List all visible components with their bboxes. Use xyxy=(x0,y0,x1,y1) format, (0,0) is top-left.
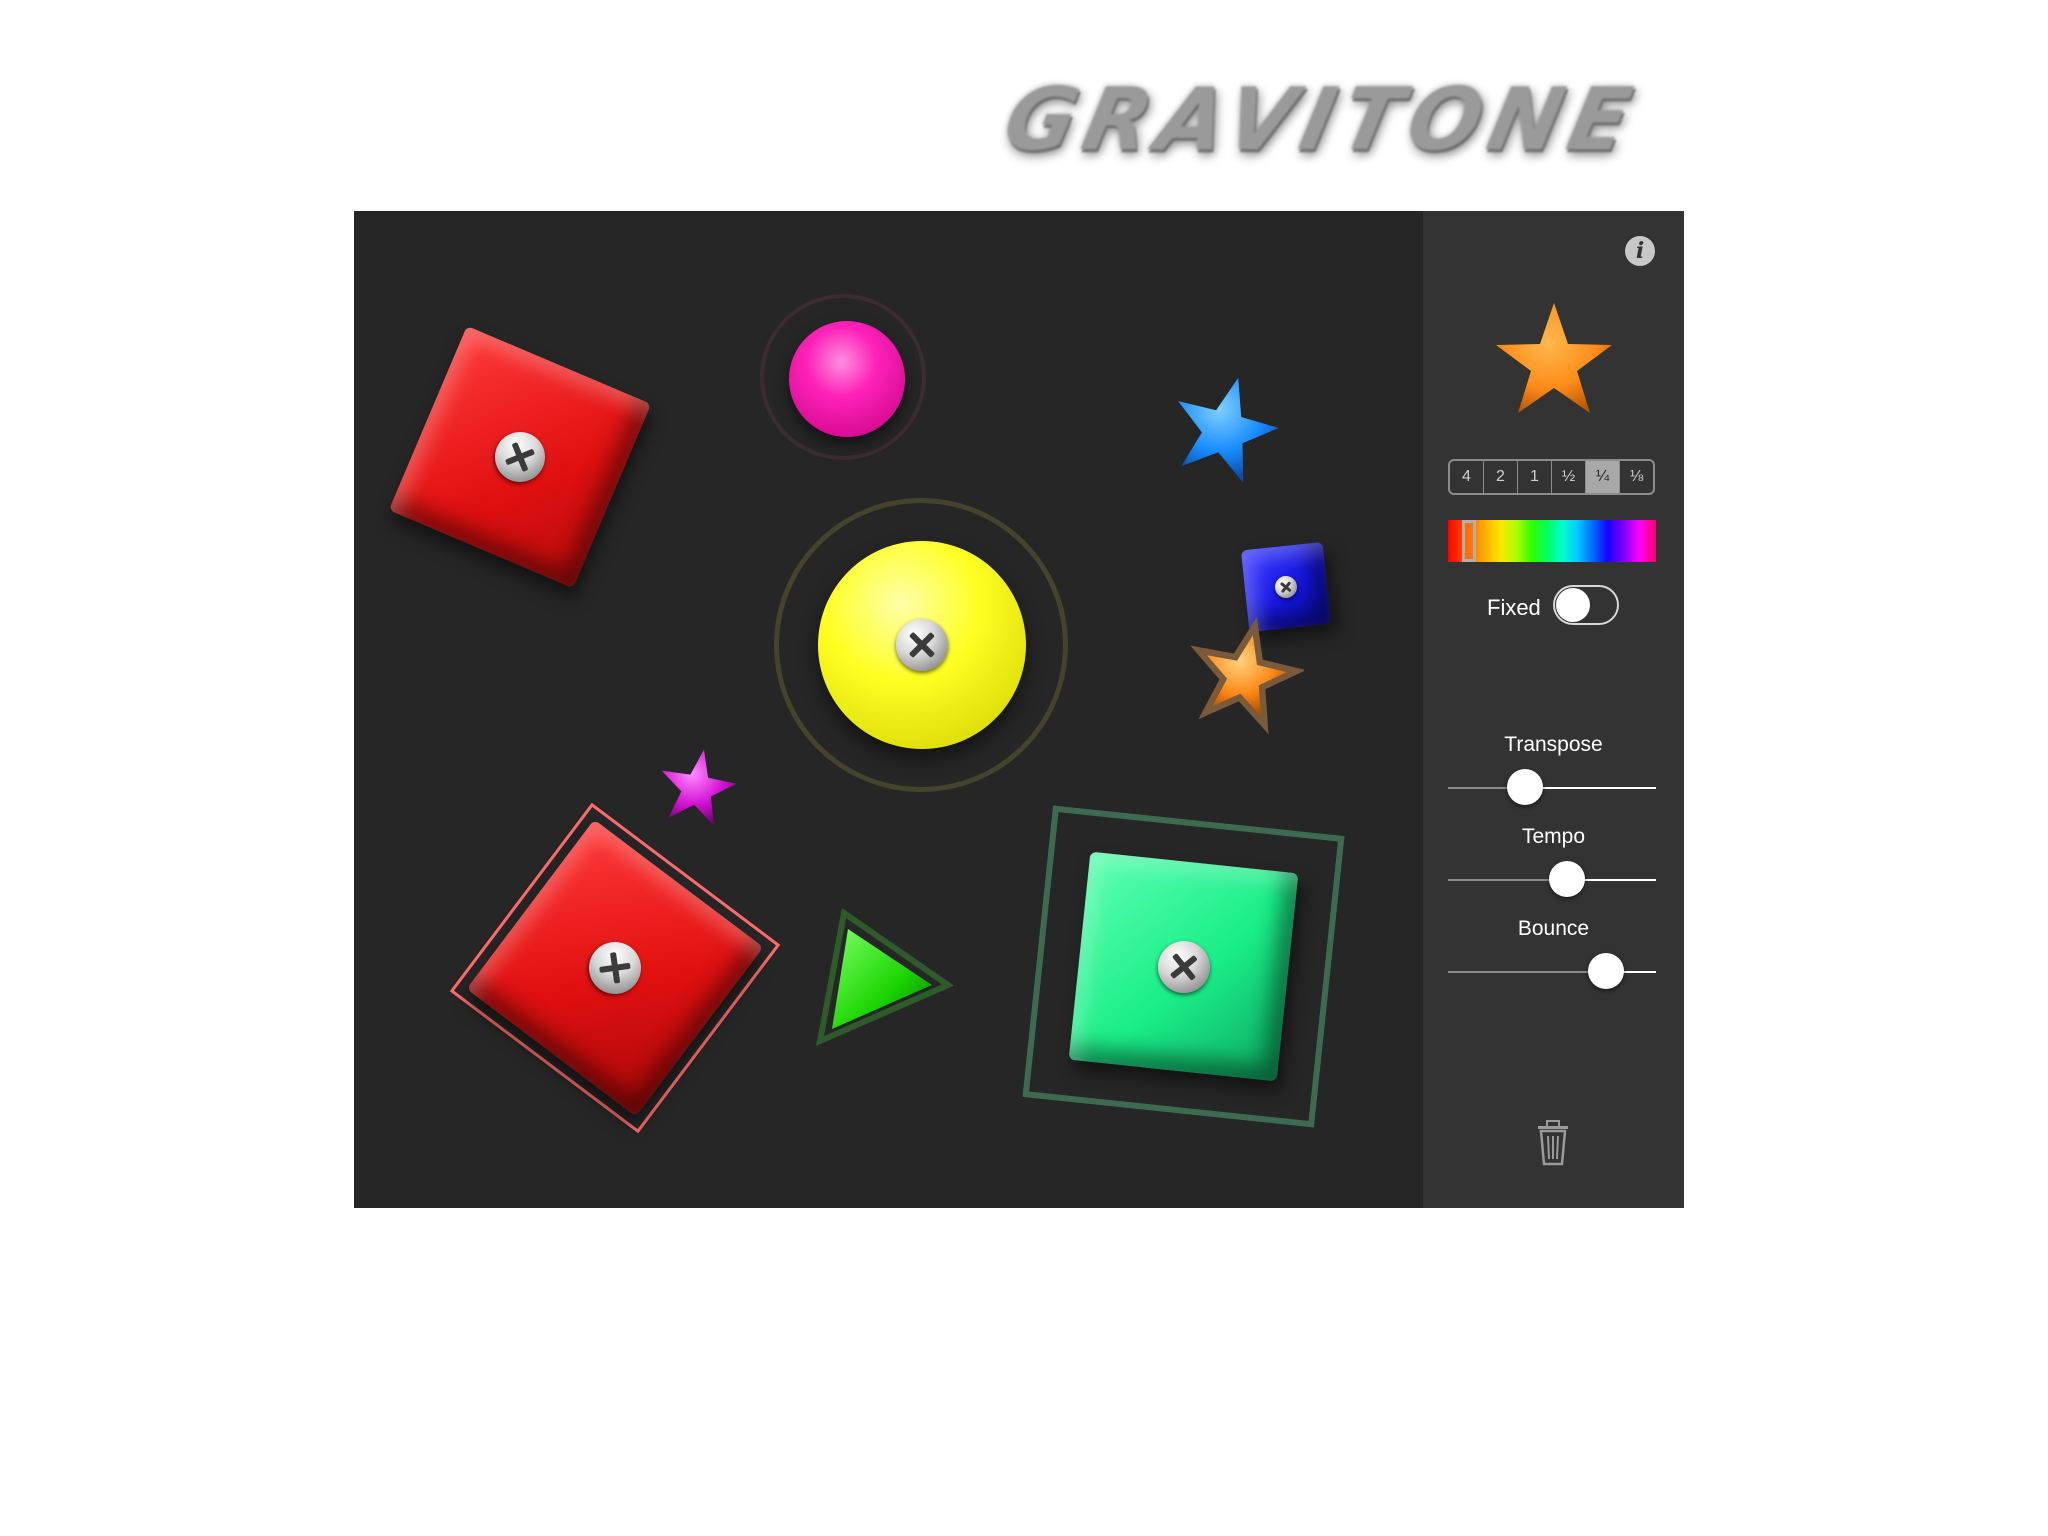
selected-shape-preview[interactable] xyxy=(1490,299,1618,427)
green-square-block[interactable] xyxy=(1068,851,1299,1082)
info-icon[interactable]: i xyxy=(1625,236,1655,266)
transpose-slider-knob[interactable] xyxy=(1506,769,1543,805)
tempo-label: Tempo xyxy=(1521,825,1586,848)
magenta-ball[interactable] xyxy=(789,321,905,437)
fixed-label: Fixed xyxy=(1487,595,1541,620)
red-square-block-selected[interactable] xyxy=(466,819,764,1117)
note-length-option[interactable]: 2 xyxy=(1484,461,1518,493)
note-length-option[interactable]: 4 xyxy=(1450,461,1484,493)
yellow-ball[interactable] xyxy=(818,541,1026,749)
bounce-slider-knob[interactable] xyxy=(1588,953,1625,989)
green-triangle-block[interactable] xyxy=(804,901,964,1051)
transpose-label: Transpose xyxy=(1504,733,1603,756)
bounce-slider[interactable] xyxy=(1448,953,1656,989)
purple-star-block[interactable] xyxy=(652,744,742,834)
note-length-option[interactable]: ⅛ xyxy=(1620,461,1653,493)
app-logo: GRAVITONE xyxy=(995,70,1648,170)
fixed-toggle[interactable] xyxy=(1553,585,1619,625)
screw-icon xyxy=(1273,574,1299,600)
red-square-block[interactable] xyxy=(388,325,652,589)
transpose-slider-fill xyxy=(1524,787,1656,789)
screw-icon xyxy=(578,931,652,1005)
color-spectrum-marker[interactable] xyxy=(1462,520,1476,562)
note-length-option[interactable]: ½ xyxy=(1552,461,1586,493)
screw-icon xyxy=(487,424,553,490)
note-length-option[interactable]: 1 xyxy=(1518,461,1552,493)
note-length-option-selected[interactable]: ¼ xyxy=(1586,461,1620,493)
transpose-slider[interactable] xyxy=(1448,769,1656,805)
playfield-canvas[interactable] xyxy=(354,211,1423,1208)
note-length-selector: 4 2 1 ½ ¼ ⅛ xyxy=(1448,459,1655,495)
fixed-toggle-knob xyxy=(1556,588,1590,622)
tempo-slider-knob[interactable] xyxy=(1548,861,1585,897)
color-spectrum-picker[interactable] xyxy=(1448,520,1656,562)
bounce-label: Bounce xyxy=(1517,917,1590,940)
tempo-slider[interactable] xyxy=(1448,861,1656,897)
trash-icon[interactable] xyxy=(1536,1120,1570,1166)
control-panel: i 4 2 1 ½ ¼ ⅛ Fixed Transpose Tempo Boun… xyxy=(1423,211,1684,1208)
app-screen: i 4 2 1 ½ ¼ ⅛ Fixed Transpose Tempo Boun… xyxy=(354,211,1684,1208)
screw-icon xyxy=(896,619,948,671)
screw-icon xyxy=(1154,937,1213,996)
orange-star-block-selected[interactable] xyxy=(1184,617,1304,737)
blue-star-block[interactable] xyxy=(1164,371,1284,491)
